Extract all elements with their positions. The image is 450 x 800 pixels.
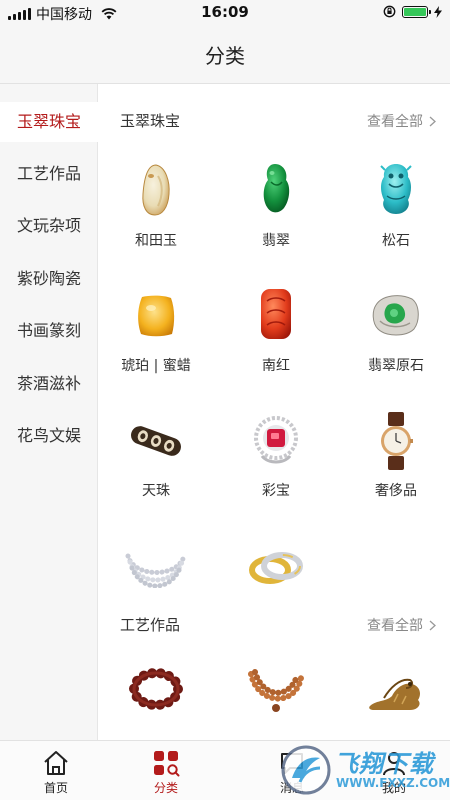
category-label [218,606,334,624]
rough-jadeite-stone-icon [372,295,419,336]
category-label: 和田玉 [135,233,177,249]
category-label: 南红 [262,358,290,374]
category-content: 玉翠珠宝 查看全部 和田玉 翡翠 松石 琥珀 | 蜜蜡 南红 翡翠原石 天珠 彩… [98,84,450,740]
sidebar-item-calligraphy[interactable]: 书画篆刻 [0,311,98,351]
category-label: 天珠 [142,483,170,499]
category-item-prayer-beads[interactable] [218,660,334,720]
jadeite-carving-icon [263,164,290,213]
category-item-bracelet[interactable] [98,660,214,720]
category-label: 翡翠原石 [368,358,424,374]
bead-bracelet-icon [129,668,183,710]
see-all-link-crafts[interactable]: 查看全部 [367,615,436,635]
tab-category[interactable]: 分类 [110,741,222,800]
gemstone-ring-icon [254,416,298,464]
chevron-right-icon [429,116,436,126]
home-icon [44,751,68,775]
category-label: 彩宝 [262,483,290,499]
sidebar-item-tea-wine[interactable]: 茶酒滋补 [0,364,98,404]
sidebar-item-collectibles[interactable]: 文玩杂项 [0,206,98,246]
sidebar-item-jade-jewelry[interactable]: 玉翠珠宝 [0,102,98,142]
section-title-jade-jewelry: 玉翠珠宝 [120,112,181,130]
watermark-title: 飞翔下载 [334,750,434,778]
navigation-bar: 分类 [0,26,450,84]
see-all-link-jade-jewelry[interactable]: 查看全部 [367,111,436,131]
status-right [383,5,442,18]
carved-sculpture-icon [369,678,420,710]
turquoise-carving-icon [380,164,412,214]
see-all-label: 查看全部 [367,618,423,634]
tab-label: 分类 [153,781,178,795]
category-item-southern-red[interactable]: 南红 [218,287,334,374]
amber-beeswax-icon [138,295,175,337]
page-title: 分类 [205,44,245,68]
category-sidebar: 玉翠珠宝 工艺作品 文玩杂项 紫砂陶瓷 书画篆刻 茶酒滋补 花鸟文娱 [0,84,98,740]
tab-label: 首页 [43,781,68,795]
category-item-turquoise[interactable]: 松石 [338,162,450,249]
sidebar-item-crafts[interactable]: 工艺作品 [0,154,98,194]
dzi-bead-icon [131,426,181,456]
pearl-necklace-icon [125,553,187,588]
southern-red-agate-icon [261,289,291,339]
section-title-crafts: 工艺作品 [120,616,181,634]
category-item-dzi-bead[interactable]: 天珠 [98,412,214,499]
category-item-rough-jadeite[interactable]: 翡翠原石 [338,287,450,374]
watermark-logo: 飞翔下载 WWW.FXXZ.COM [280,742,450,798]
battery-icon [402,5,431,18]
category-item-sculpture[interactable] [338,660,450,720]
wood-prayer-beads-icon [248,669,304,712]
hetian-jade-pendant-icon [142,164,170,216]
fxxz-logo-icon [281,745,331,795]
category-item-colored-gems[interactable]: 彩宝 [218,412,334,499]
category-label: 奢侈品 [375,483,417,499]
sidebar-item-ceramics[interactable]: 紫砂陶瓷 [0,259,98,299]
category-icon [154,751,180,777]
category-label: 翡翠 [262,233,290,249]
status-bar: 中国移动 16:09 [0,0,450,26]
category-label: 松石 [382,233,410,249]
see-all-label: 查看全部 [367,114,423,130]
gold-rings-icon [249,552,303,584]
category-item-pearl[interactable] [98,538,214,624]
tab-home[interactable]: 首页 [0,741,112,800]
luxury-watch-icon [381,412,413,470]
charging-icon [434,5,442,18]
sidebar-item-flowers-birds[interactable]: 花鸟文娱 [0,416,98,456]
category-item-gold-rings[interactable] [218,538,334,624]
chevron-right-icon [429,620,436,630]
category-label: 琥珀 | 蜜蜡 [121,358,191,374]
category-item-luxury[interactable]: 奢侈品 [338,412,450,499]
rotation-lock-icon [383,5,396,18]
category-item-jadeite[interactable]: 翡翠 [218,162,334,249]
category-item-hetian-jade[interactable]: 和田玉 [98,162,214,249]
watermark-url: WWW.FXXZ.COM [336,776,450,790]
category-item-amber[interactable]: 琥珀 | 蜜蜡 [98,287,214,374]
